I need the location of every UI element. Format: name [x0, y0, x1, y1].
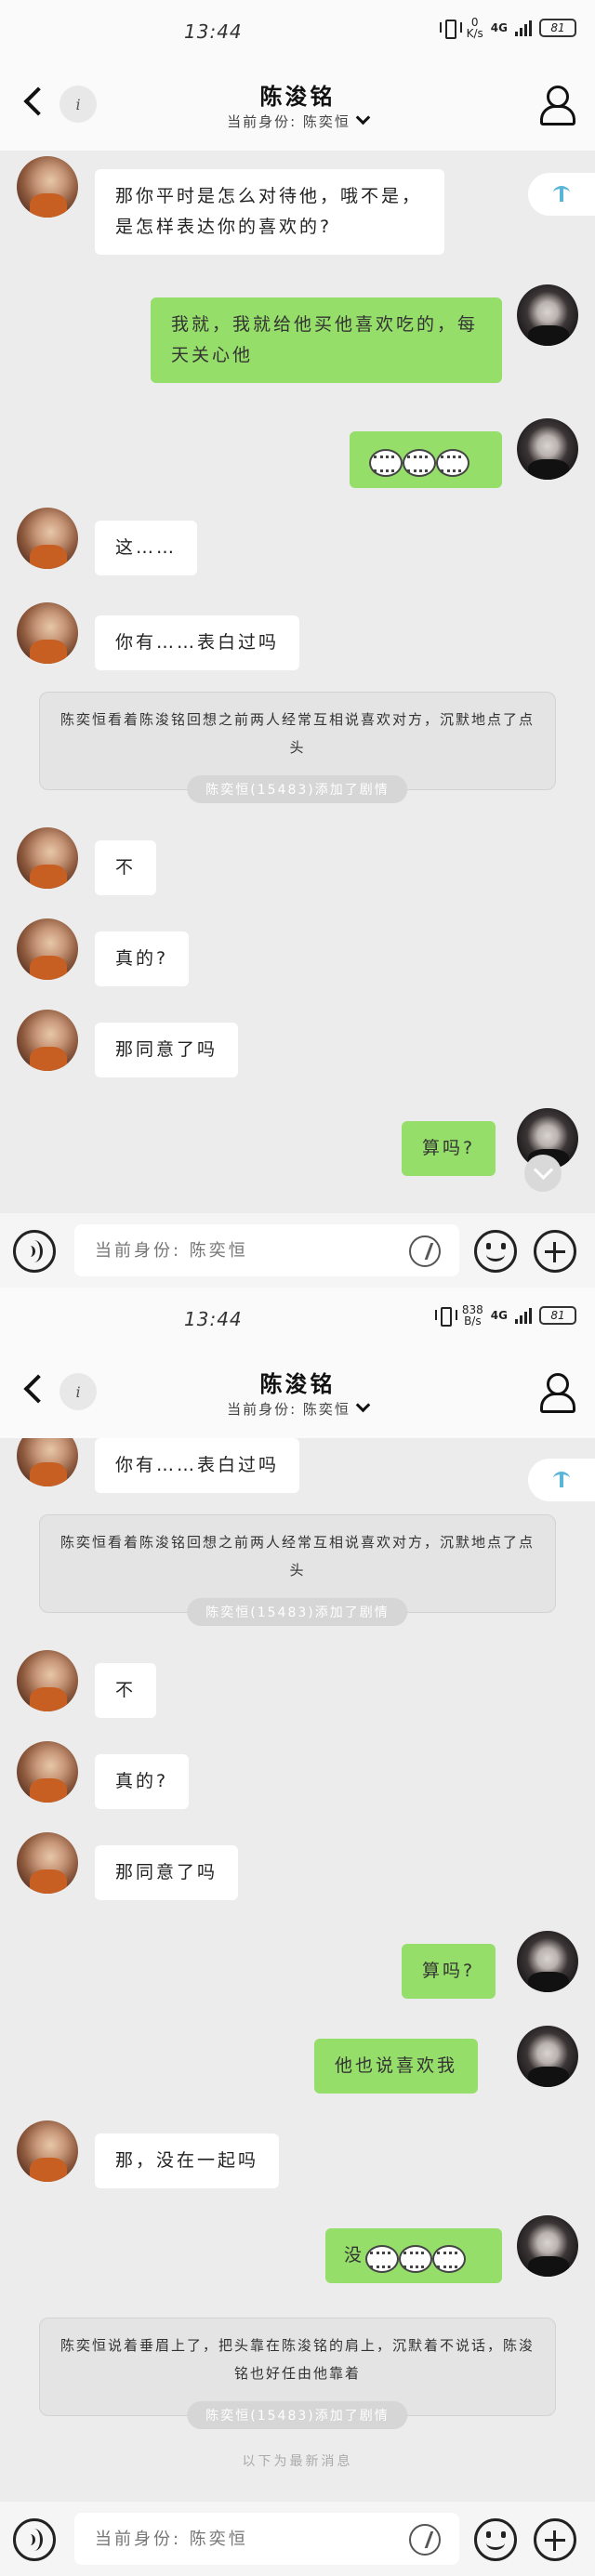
avatar[interactable]	[17, 827, 78, 889]
avatar[interactable]	[517, 284, 578, 346]
battery-icon: 81	[539, 1306, 576, 1325]
lightning-icon[interactable]	[409, 1235, 441, 1267]
identity-switcher[interactable]: 当前身份: 陈奕恒	[0, 110, 595, 131]
sticker-icon	[435, 446, 469, 477]
network-type: 4G	[490, 1309, 508, 1322]
plus-icon[interactable]	[534, 2518, 576, 2561]
vibrate-icon	[434, 1305, 457, 1327]
avatar[interactable]	[17, 918, 78, 980]
narration-text: 陈奕恒看着陈浚铭回想之前两人经常互相说喜欢对方，沉默地点了点头	[60, 1534, 535, 1579]
narration-text: 陈奕恒说着垂眉上了，把头靠在陈浚铭的肩上，沉默着不说话，陈浚铭也好任由他靠着	[60, 2337, 535, 2382]
message-bubble[interactable]: 那同意了吗	[95, 1023, 239, 1077]
narration-tag: 陈奕恒(15483)添加了剧情	[187, 1598, 408, 1626]
identity-label: 当前身份: 陈奕恒	[227, 113, 350, 130]
person-icon[interactable]	[539, 1373, 575, 1413]
chat-header: i 陈浚铭 当前身份: 陈奕恒	[0, 65, 595, 151]
side-tool-button[interactable]	[528, 1459, 595, 1501]
message-bubble[interactable]: 真的?	[95, 931, 190, 986]
new-message-divider: 以下为最新消息	[242, 2454, 353, 2469]
message-bubble[interactable]: 不	[95, 840, 157, 895]
message-text: 没	[344, 2245, 365, 2266]
message-bubble[interactable]: 这……	[95, 521, 198, 575]
message-bubble[interactable]: 我就，我就给他买他喜欢吃的，每天关心他	[151, 297, 502, 383]
message-bubble[interactable]: 算吗?	[402, 1121, 496, 1176]
status-time: 13:44	[184, 1308, 243, 1330]
message-bubble[interactable]: 那你平时是怎么对待他，哦不是，是怎样表达你的喜欢的?	[95, 169, 444, 255]
sticker-icon	[402, 446, 436, 477]
message-input[interactable]	[74, 2513, 459, 2565]
message-bubble[interactable]: 不	[95, 1663, 157, 1718]
chat-header: i 陈浚铭 当前身份: 陈奕恒	[0, 1353, 595, 1438]
plus-icon[interactable]	[534, 1230, 576, 1273]
identity-label: 当前身份: 陈奕恒	[227, 1401, 350, 1418]
chevron-down-icon	[355, 1397, 371, 1413]
message-bubble[interactable]: 你有……表白过吗	[95, 1438, 300, 1493]
avatar[interactable]	[17, 2120, 78, 2182]
avatar[interactable]	[17, 1010, 78, 1071]
message-bubble[interactable]: 没	[325, 2228, 502, 2283]
chat-title: 陈浚铭	[259, 1371, 336, 1397]
avatar[interactable]	[17, 1832, 78, 1894]
fan-icon	[551, 186, 572, 203]
avatar[interactable]	[517, 1931, 578, 1992]
identity-switcher[interactable]: 当前身份: 陈奕恒	[0, 1397, 595, 1419]
scroll-down-button[interactable]	[524, 1155, 562, 1192]
status-bar: 13:44 0 K/s 4G 81	[0, 0, 595, 65]
status-time: 13:44	[184, 20, 243, 43]
voice-icon[interactable]	[13, 1230, 56, 1273]
status-icons: 838 B/s 4G 81	[434, 1304, 576, 1327]
avatar[interactable]	[517, 2026, 578, 2087]
message-list[interactable]: 你有……表白过吗 陈奕恒看着陈浚铭回想之前两人经常互相说喜欢对方，沉默地点了点头…	[0, 1438, 595, 2501]
avatar[interactable]	[517, 418, 578, 480]
person-icon[interactable]	[539, 86, 575, 125]
avatar[interactable]	[17, 1650, 78, 1711]
sticker-icon	[431, 2242, 467, 2273]
message-bubble[interactable]	[350, 431, 502, 488]
sticker-row	[364, 2242, 467, 2273]
status-icons: 0 K/s 4G 81	[439, 17, 576, 39]
input-bar	[0, 1213, 595, 1288]
network-speed: 0 K/s	[466, 16, 483, 40]
message-bubble[interactable]: 真的?	[95, 1754, 190, 1809]
narration-tag: 陈奕恒(15483)添加了剧情	[187, 775, 408, 803]
message-bubble[interactable]: 你有……表白过吗	[95, 615, 300, 670]
avatar[interactable]	[17, 156, 78, 218]
chevron-down-icon	[355, 110, 371, 125]
input-bar	[0, 2502, 595, 2576]
battery-icon: 81	[539, 19, 576, 37]
lightning-icon[interactable]	[409, 2524, 441, 2556]
network-type: 4G	[490, 21, 508, 34]
narration-text: 陈奕恒看着陈浚铭回想之前两人经常互相说喜欢对方，沉默地点了点头	[60, 711, 535, 756]
voice-icon[interactable]	[13, 2518, 56, 2561]
status-bar: 13:44 838 B/s 4G 81	[0, 1288, 595, 1353]
message-bubble[interactable]: 那，没在一起吗	[95, 2133, 280, 2188]
avatar[interactable]	[17, 602, 78, 664]
fan-icon	[551, 1472, 572, 1488]
narration-tag: 陈奕恒(15483)添加了剧情	[187, 2401, 408, 2429]
side-tool-button[interactable]	[528, 173, 595, 216]
message-list[interactable]: 那你平时是怎么对待他，哦不是，是怎样表达你的喜欢的? 我就，我就给他买他喜欢吃的…	[0, 151, 595, 1213]
chat-title: 陈浚铭	[259, 84, 336, 110]
sticker-icon	[364, 2242, 400, 2273]
sticker-row	[368, 446, 469, 477]
chat-screen-1: 13:44 0 K/s 4G 81 i 陈浚铭 当前身份: 陈奕恒 那你平时是怎…	[0, 0, 595, 1288]
message-bubble[interactable]: 那同意了吗	[95, 1845, 239, 1900]
vibrate-icon	[439, 18, 462, 39]
network-speed: 838 B/s	[461, 1303, 483, 1328]
signal-icon	[515, 1307, 532, 1324]
chat-screen-2: 13:44 838 B/s 4G 81 i 陈浚铭 当前身份: 陈奕恒 你有………	[0, 1288, 595, 2576]
avatar[interactable]	[17, 1741, 78, 1803]
signal-icon	[515, 20, 532, 36]
avatar[interactable]	[517, 2215, 578, 2277]
emoji-icon[interactable]	[474, 1230, 517, 1273]
message-bubble[interactable]: 算吗?	[402, 1944, 496, 1999]
avatar[interactable]	[17, 508, 78, 569]
avatar[interactable]	[17, 1438, 78, 1486]
message-bubble[interactable]: 他也说喜欢我	[314, 2039, 479, 2094]
emoji-icon[interactable]	[474, 2518, 517, 2561]
message-input[interactable]	[74, 1224, 459, 1276]
sticker-icon	[398, 2242, 433, 2273]
sticker-icon	[368, 446, 403, 477]
